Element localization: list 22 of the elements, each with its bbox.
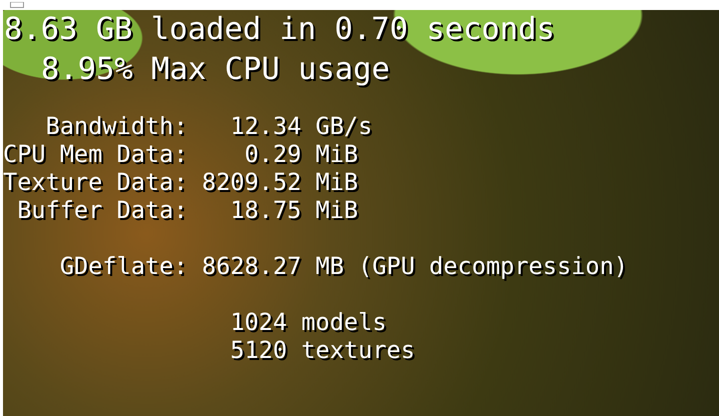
stat-label: CPU Mem Data:: [3, 140, 188, 168]
compression-label: GDeflate:: [58, 252, 188, 280]
stat-unit: MiB: [315, 168, 358, 196]
compression-value: 8628.27: [202, 252, 302, 280]
stat-value: 0.29: [243, 140, 302, 168]
stat-label: Bandwidth:: [44, 112, 188, 140]
app-icon: [10, 2, 24, 8]
count-value: 5120: [230, 336, 288, 364]
count-label: models: [301, 308, 387, 336]
compression-unit: MB (GPU decompression): [315, 252, 628, 280]
stat-value: 12.34: [229, 112, 302, 140]
count-label: textures: [301, 336, 415, 364]
count-value: 1024: [230, 308, 288, 336]
cpu-usage: 8.95% Max CPU usage: [41, 51, 390, 89]
load-summary: 8.63 GB loaded in 0.70 seconds: [4, 11, 555, 49]
stat-value: 8209.52: [202, 168, 302, 196]
stat-value: 18.75: [229, 196, 302, 224]
stat-label: Buffer Data:: [16, 196, 188, 224]
stat-unit: MiB: [315, 140, 358, 168]
stat-unit: MiB: [315, 196, 358, 224]
stat-label: Texture Data:: [3, 168, 188, 196]
stat-unit: GB/s: [315, 112, 372, 140]
